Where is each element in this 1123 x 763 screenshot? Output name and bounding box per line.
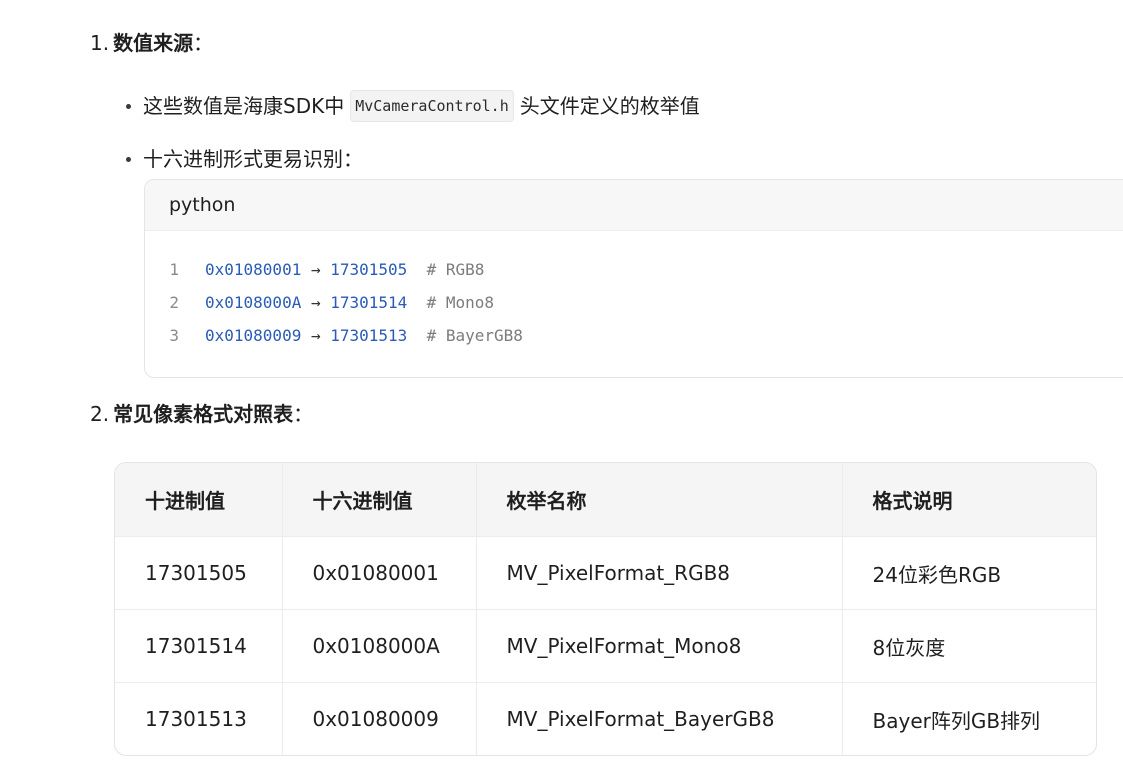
table-cell: Bayer阵列GB排列	[872, 708, 1041, 733]
column-header: 枚举名称	[476, 463, 843, 537]
code-line: 1 0x01080001 → 17301505 # RGB8	[145, 253, 1123, 286]
table-cell: 8位灰度	[842, 609, 1096, 683]
bullet-text: 十六进制形式更易识别：	[143, 147, 363, 171]
code-hex: 0x01080009	[205, 326, 302, 345]
table-cell: 0x01080009	[282, 682, 477, 755]
code-comment: # BayerGB8	[407, 326, 523, 345]
section-heading-1: 1. 数值来源 ：	[90, 29, 213, 57]
code-line: 3 0x01080009 → 17301513 # BayerGB8	[145, 319, 1123, 352]
code-arrow: →	[301, 326, 331, 345]
bullet-text: 头文件定义的枚举值	[519, 94, 700, 118]
section-heading-2: 2. 常见像素格式对照表 ：	[90, 400, 313, 428]
table-cell: 0x0108000A	[282, 609, 477, 683]
table-header-row: 十进制值 十六进制值 枚举名称 格式说明	[115, 463, 1096, 537]
bullet-text: 这些数值是海康SDK中	[143, 94, 345, 118]
table-cell: 17301514	[115, 609, 283, 683]
table-cell: MV_PixelFormat_BayerGB8	[476, 682, 843, 755]
column-header: 格式说明	[842, 463, 1096, 537]
line-number: 2	[169, 293, 179, 312]
code-language-label: python	[145, 180, 1123, 231]
code-arrow: →	[301, 260, 331, 279]
section-number: 2.	[90, 402, 110, 426]
table-row: 17301513 0x01080009 MV_PixelFormat_Bayer…	[115, 682, 1096, 755]
table-cell: 17301513	[115, 682, 283, 755]
bullet-item: 这些数值是海康SDK中 MvCameraControl.h 头文件定义的枚举值	[122, 90, 700, 122]
code-decimal: 17301514	[330, 293, 408, 312]
bullet-item: 十六进制形式更易识别：	[122, 145, 363, 173]
table-cell: MV_PixelFormat_RGB8	[476, 536, 843, 610]
bullet-dot-icon	[126, 156, 131, 162]
table-cell: MV_PixelFormat_Mono8	[476, 609, 843, 683]
bullet-dot-icon	[126, 103, 131, 109]
line-number: 3	[169, 326, 179, 345]
table-cell: 0x01080001	[282, 536, 477, 610]
section-title: 数值来源	[113, 31, 194, 55]
code-hex: 0x0108000A	[205, 293, 302, 312]
code-decimal: 17301505	[330, 260, 408, 279]
code-comment: # RGB8	[407, 260, 485, 279]
section-title: 常见像素格式对照表	[113, 402, 294, 426]
pixel-format-table: 十进制值 十六进制值 枚举名称 格式说明 17301505 0x01080001…	[114, 462, 1097, 756]
table-cell: 24位彩色RGB	[842, 536, 1096, 610]
line-number: 1	[169, 260, 179, 279]
code-lines: 1 0x01080001 → 17301505 # RGB8 2 0x01080…	[145, 231, 1123, 352]
section-number: 1.	[90, 31, 110, 55]
table-row: 17301505 0x01080001 MV_PixelFormat_RGB8 …	[115, 536, 1096, 610]
section-colon: ：	[293, 402, 314, 426]
code-block: python 1 0x01080001 → 17301505 # RGB8 2 …	[144, 179, 1123, 378]
table-row: 17301514 0x0108000A MV_PixelFormat_Mono8…	[115, 609, 1096, 683]
code-hex: 0x01080001	[205, 260, 302, 279]
code-line: 2 0x0108000A → 17301514 # Mono8	[145, 286, 1123, 319]
column-header: 十进制值	[115, 463, 283, 537]
code-decimal: 17301513	[330, 326, 408, 345]
code-arrow: →	[301, 293, 331, 312]
column-header: 十六进制值	[282, 463, 477, 537]
code-comment: # Mono8	[407, 293, 494, 312]
inline-code: MvCameraControl.h	[350, 90, 514, 122]
section-colon: ：	[193, 31, 214, 55]
table-cell: 17301505	[115, 536, 283, 610]
